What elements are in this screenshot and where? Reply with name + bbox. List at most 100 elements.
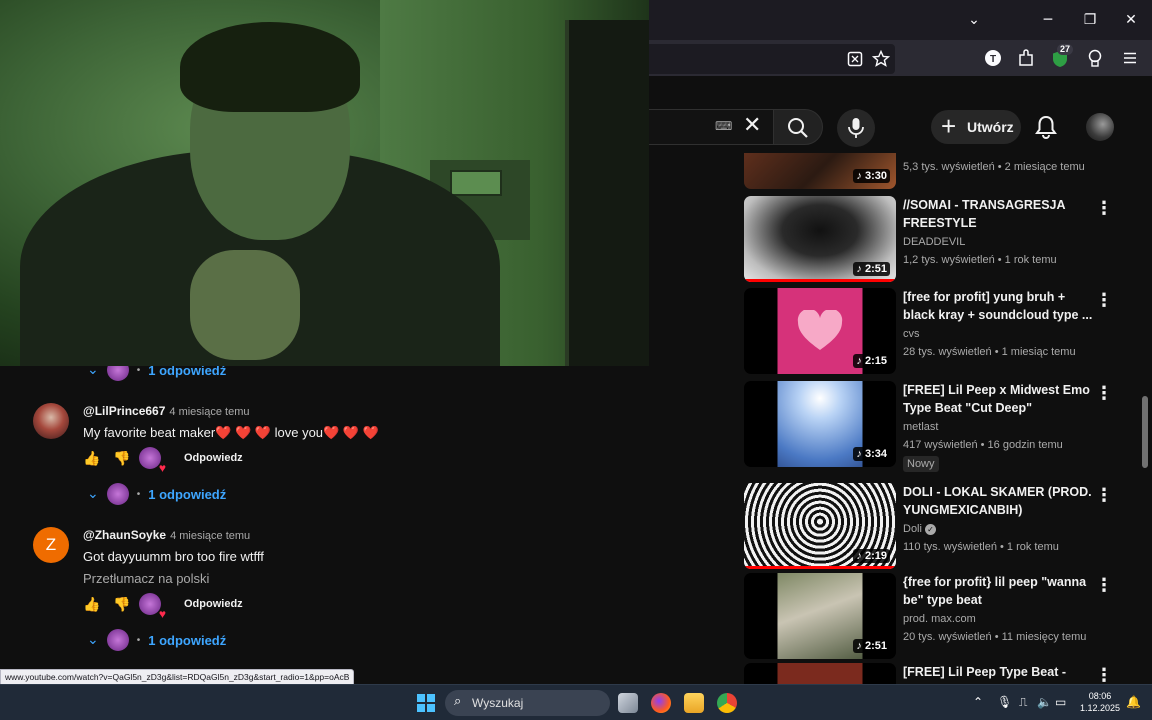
reply-avatar — [106, 366, 129, 381]
reply-button[interactable]: Odpowiedz — [184, 452, 243, 464]
battery-icon[interactable]: ▭ — [1055, 695, 1066, 709]
menu-hamburger-icon[interactable] — [1123, 51, 1137, 65]
video-thumbnail[interactable]: ♪ 2:51 — [744, 573, 896, 659]
video-thumbnail[interactable]: ♪ 3:34 — [744, 381, 896, 467]
video-item[interactable]: ♪ 2:19 DOLI - LOKAL SKAMER (PROD. YUNGME… — [744, 483, 1152, 571]
keyboard-icon[interactable]: ⌨ — [715, 119, 737, 133]
verified-icon: ✓ — [925, 524, 937, 535]
channel-name[interactable]: metlast — [903, 421, 938, 433]
video-duration: ♪ 2:15 — [853, 354, 890, 368]
like-icon[interactable]: 👍 — [83, 597, 100, 613]
video-thumbnail[interactable]: ♪ 3:30 — [744, 153, 896, 189]
video-title[interactable]: [FREE] Lil Peep Type Beat - "She — [903, 663, 1093, 684]
extensions-icon[interactable] — [1018, 49, 1034, 67]
firefox-icon[interactable] — [651, 693, 671, 713]
video-title[interactable]: [FREE] Lil Peep x Midwest Emo Type Beat … — [903, 381, 1093, 417]
file-explorer-icon[interactable] — [684, 693, 704, 713]
video-title[interactable]: DOLI - LOKAL SKAMER (PROD. YUNGMEXICANBI… — [903, 483, 1093, 519]
video-title[interactable]: //SOMAI - TRANSAGRESJA FREESTYLE — [903, 196, 1093, 232]
notifications-icon[interactable]: 🔔 — [1126, 695, 1141, 709]
maximize-button[interactable]: ❐ — [1080, 10, 1100, 30]
replies-count: 1 odpowiedź — [148, 366, 227, 378]
video-duration: ♪ 3:34 — [853, 447, 890, 461]
video-more-icon[interactable]: ⋮ — [1095, 290, 1113, 311]
create-label: Utwórz — [967, 119, 1014, 135]
reply-avatar — [106, 629, 129, 651]
video-meta: 20 tys. wyświetleń • 11 miesięcy temu — [903, 631, 1087, 643]
network-icon[interactable]: ⎍ — [1019, 695, 1027, 710]
youtube-header: ⌨ ✕ + Utwórz — [649, 101, 1152, 153]
chevron-down-icon: ⌄ — [87, 366, 99, 378]
windows-taskbar: ⌕ Wyszukaj ⌃ 🎙 ⎍ 🔈 ▭ 08:06 1.12.2025 🔔 — [0, 684, 1152, 720]
video-thumbnail[interactable]: ♪ 2:15 — [744, 288, 896, 374]
reply-button[interactable]: Odpowiedz — [184, 598, 243, 610]
volume-icon[interactable]: 🔈 — [1037, 695, 1052, 709]
microphone-tray-icon[interactable]: 🎙 — [997, 695, 1012, 709]
channel-name[interactable]: prod. max.com — [903, 613, 976, 625]
video-more-icon[interactable]: ⋮ — [1095, 665, 1113, 684]
show-hidden-icons-icon[interactable]: ⌃ — [973, 695, 983, 709]
video-duration: ♪ 2:19 — [853, 549, 890, 563]
comment-author-avatar[interactable]: Z — [33, 527, 69, 563]
privacy-extension-icon[interactable] — [1087, 49, 1103, 67]
account-avatar-icon[interactable]: T — [985, 50, 1001, 66]
taskbar-search-label: Wyszukaj — [472, 696, 524, 710]
video-person-hair — [180, 22, 360, 112]
video-more-icon[interactable]: ⋮ — [1095, 198, 1113, 219]
search-icon — [788, 118, 808, 138]
address-bar[interactable] — [649, 44, 895, 74]
video-item[interactable]: ♪ 3:34 [FREE] Lil Peep x Midwest Emo Typ… — [744, 381, 1152, 472]
windows-start-icon[interactable] — [417, 694, 435, 712]
voice-search-button[interactable] — [837, 109, 875, 147]
like-icon[interactable]: 👍 — [83, 451, 100, 467]
task-view-icon[interactable] — [618, 693, 638, 713]
comment-time[interactable]: 4 miesiące temu — [170, 530, 250, 542]
system-clock[interactable]: 08:06 1.12.2025 — [1076, 690, 1124, 714]
view-replies-link[interactable]: ⌄ • 1 odpowiedź — [87, 483, 226, 505]
video-item[interactable]: ♪ 2:51 {free for profit} lil peep "wanna… — [744, 573, 1152, 661]
video-meta: 417 wyświetleń • 16 godzin temu — [903, 439, 1063, 451]
video-item[interactable]: ♪ 2:51 //SOMAI - TRANSAGRESJA FREESTYLE … — [744, 196, 1152, 284]
video-title[interactable]: {free for profit} lil peep "wanna be" ty… — [903, 573, 1093, 609]
chrome-icon[interactable] — [717, 693, 737, 713]
channel-name[interactable]: Doli ✓ — [903, 523, 937, 535]
dislike-icon[interactable]: 👎 — [113, 597, 130, 613]
video-more-icon[interactable]: ⋮ — [1095, 485, 1113, 506]
reader-view-icon[interactable] — [847, 51, 863, 67]
account-avatar[interactable] — [1086, 113, 1114, 141]
page-scrollbar[interactable] — [1142, 396, 1148, 468]
video-thumbnail[interactable]: ♪ 2:51 — [744, 196, 896, 282]
video-item[interactable]: ♪ 3:30 5,3 tys. wyświetleń • 2 miesiące … — [744, 153, 1152, 189]
comment-author[interactable]: @LilPrince667 — [83, 404, 165, 418]
search-button[interactable] — [773, 109, 823, 145]
bookmark-star-icon[interactable] — [872, 50, 890, 68]
view-replies-link[interactable]: ⌄ • 1 odpowiedź — [87, 629, 226, 651]
video-player[interactable] — [0, 0, 649, 366]
dislike-icon[interactable]: 👎 — [113, 451, 130, 467]
comment-author-avatar[interactable] — [33, 403, 69, 439]
notifications-bell-icon[interactable] — [1032, 113, 1060, 141]
channel-name[interactable]: cvs — [903, 328, 920, 340]
list-all-tabs-icon[interactable]: ⌄ — [964, 10, 984, 30]
video-item[interactable]: ♪ 2:15 [free for profit] yung bruh + bla… — [744, 288, 1152, 376]
video-device — [450, 170, 502, 196]
video-title[interactable]: [free for profit] yung bruh + black kray… — [903, 288, 1093, 324]
search-icon: ⌕ — [454, 694, 462, 709]
channel-name[interactable]: DEADDEVIL — [903, 236, 965, 248]
translate-link[interactable]: Przetłumacz na polski — [83, 571, 209, 586]
video-more-icon[interactable]: ⋮ — [1095, 383, 1113, 404]
comment-author[interactable]: @ZhaunSoyke — [83, 528, 166, 542]
create-button[interactable]: + Utwórz — [931, 110, 1021, 144]
close-window-button[interactable]: ✕ — [1121, 10, 1141, 30]
video-more-icon[interactable]: ⋮ — [1095, 575, 1113, 596]
clear-search-icon[interactable]: ✕ — [743, 114, 761, 138]
comment-time[interactable]: 4 miesiące temu — [169, 406, 249, 418]
video-thumbnail[interactable] — [744, 663, 896, 684]
view-replies-link[interactable]: ⌄ • 1 odpowiedź — [87, 366, 227, 381]
search-input[interactable]: ⌨ ✕ — [649, 109, 774, 145]
reply-avatar — [106, 483, 129, 505]
video-thumbnail[interactable]: ♪ 2:19 — [744, 483, 896, 569]
minimize-button[interactable]: ─ — [1038, 10, 1058, 30]
video-item[interactable]: [FREE] Lil Peep Type Beat - "She ⋮ — [744, 663, 1152, 684]
taskbar-search[interactable]: ⌕ Wyszukaj — [445, 690, 610, 716]
